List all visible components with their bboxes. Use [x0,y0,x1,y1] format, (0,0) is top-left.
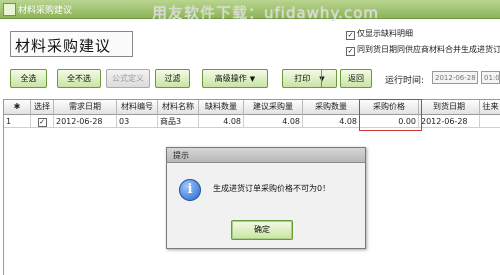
cell-partner[interactable] [480,115,500,128]
cell-purchase-qty[interactable]: 4.08 [303,115,360,128]
select-all-button[interactable]: 全选 [10,69,47,88]
option-show-shortage[interactable]: ✓ 仅显示缺料明细 [346,28,413,40]
header-material-code[interactable]: 材料编号 [117,100,158,115]
price-column-highlight [359,99,422,131]
run-time-date-field[interactable]: 2012-06-28 [432,71,478,84]
app-icon [3,3,16,16]
window-title: 材料采购建议 [18,6,73,16]
header-partner[interactable]: 往来 [480,100,500,115]
run-time-label: 运行时间: [385,76,425,86]
formula-button[interactable]: 公式定义 [106,69,150,88]
dialog-message: 生成进货订单采购价格不可为0！ [213,184,331,193]
option-merge-orders-label: 同到货日期同供应商材料合并生成进货订单 [357,45,500,54]
run-time-time-field[interactable]: 01:0 [481,71,500,84]
cell-arrival-date[interactable]: 2012-06-28 [419,115,480,128]
header-material-name[interactable]: 材料名称 [158,100,199,115]
dialog-titlebar: 提示 [167,148,365,163]
header-suggested-qty[interactable]: 建议采购量 [244,100,303,115]
chevron-down-icon: ▼ [249,75,256,83]
cell-material-name[interactable]: 商品3 [158,115,199,128]
checkbox-merge-orders[interactable]: ✓ [346,47,355,56]
page-title-box: 材料采购建议 [10,31,133,57]
header-row-indicator: ✱ [4,100,31,115]
print-button-label: 打印 [294,74,311,83]
dialog-title: 提示 [173,151,189,160]
option-show-shortage-label: 仅显示缺料明细 [357,29,413,38]
header-need-date[interactable]: 需求日期 [54,100,117,115]
print-button[interactable]: 打印▼ [282,69,337,88]
deselect-all-button[interactable]: 全不选 [57,69,101,88]
advanced-button[interactable]: 高级操作 ▼ [202,69,268,88]
back-button[interactable]: 返回 [340,69,372,88]
info-icon: i [179,179,201,201]
cell-shortage-qty[interactable]: 4.08 [199,115,244,128]
row-index: 1 [4,115,31,128]
page-title: 材料采购建议 [15,37,112,55]
cell-suggested-qty[interactable]: 4.08 [244,115,303,128]
header-shortage-qty[interactable]: 缺料数量 [199,100,244,115]
header-arrival-date[interactable]: 到货日期 [419,100,480,115]
filter-button[interactable]: 过滤 [155,69,190,88]
row-select-check[interactable]: ✓ [37,118,47,127]
alert-dialog: 提示 i 生成进货订单采购价格不可为0！ 确定 [166,147,366,249]
header-select[interactable]: 选择 [31,100,54,115]
ok-button[interactable]: 确定 [231,220,293,240]
watermark: 用友软件下载：ufidawhy.com [152,4,379,22]
row-select-checkbox[interactable]: ✓ [31,115,54,128]
checkbox-show-shortage[interactable]: ✓ [346,31,355,40]
advanced-button-label: 高级操作 [214,74,247,83]
header-purchase-qty[interactable]: 采购数量 [303,100,360,115]
option-merge-orders[interactable]: ✓ 同到货日期同供应商材料合并生成进货订单 [346,44,500,56]
print-split-divider [321,70,322,87]
cell-material-code[interactable]: 03 [117,115,158,128]
cell-need-date[interactable]: 2012-06-28 [54,115,117,128]
